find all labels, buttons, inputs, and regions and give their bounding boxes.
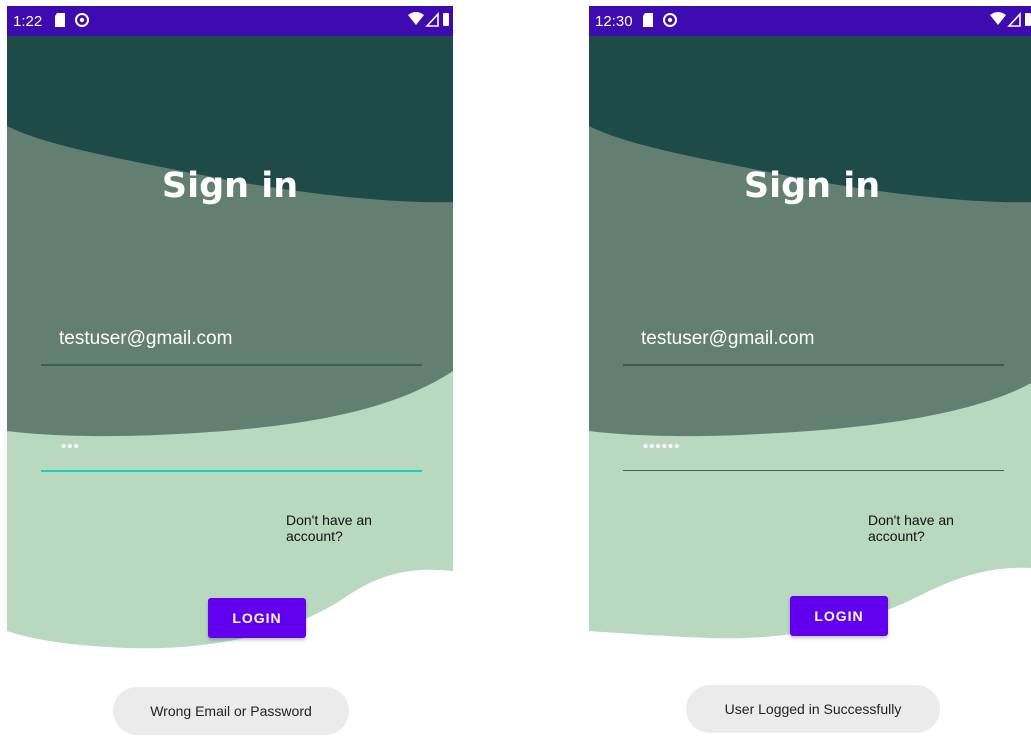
email-value: testuser@gmail.com [641,328,815,349]
signup-link[interactable]: Don't have an account? [868,512,988,544]
status-bar: 12:30 [589,6,1031,36]
status-time: 12:30 [595,13,633,30]
signup-link[interactable]: Don't have an account? [286,512,406,544]
wifi-icon [408,12,424,25]
toast-message: User Logged in Successfully [686,685,940,733]
login-button[interactable]: LOGIN [208,598,306,638]
wifi-icon [990,12,1006,25]
password-field[interactable]: •••••• [623,438,1004,471]
sync-icon [662,12,678,32]
system-icons [989,11,1031,33]
email-field[interactable]: testuser@gmail.com [41,326,422,366]
page-title: Sign in [161,166,299,206]
status-time: 1:22 [13,13,43,30]
toast-message: Wrong Email or Password [113,687,349,735]
phone-screen-left: 1:22 Sign in testuser@gmail.com ••• Don'… [7,6,453,738]
email-value: testuser@gmail.com [59,328,233,349]
password-field[interactable]: ••• [41,438,422,472]
signal-icon [425,11,439,27]
sync-icon [74,12,90,32]
password-value: •••••• [643,438,681,455]
battery-icon [1025,13,1031,26]
sd-card-icon [641,12,655,32]
sd-card-icon [53,12,67,32]
signal-icon [1007,11,1021,27]
status-bar: 1:22 [7,6,453,36]
login-button[interactable]: LOGIN [790,596,888,636]
system-icons [407,11,451,33]
password-value: ••• [61,438,80,455]
phone-screen-right: 12:30 Sign in testuser@gmail.com •••••• … [589,6,1031,738]
page-title: Sign in [743,166,881,206]
battery-icon [443,13,449,26]
email-field[interactable]: testuser@gmail.com [623,326,1004,366]
